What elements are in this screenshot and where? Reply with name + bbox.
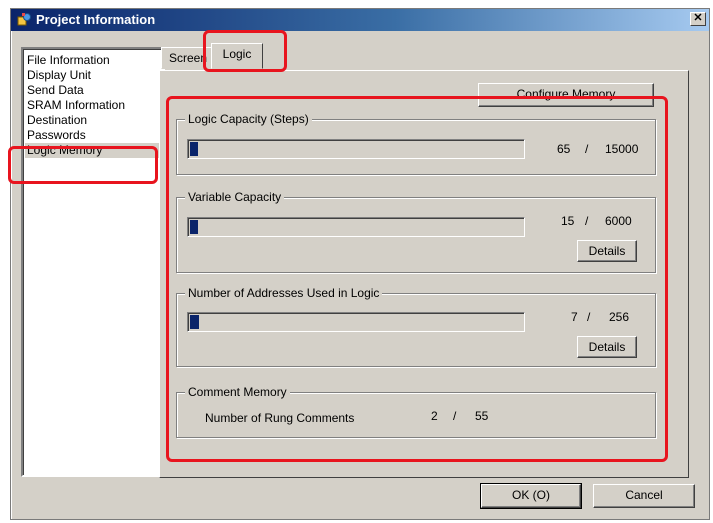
configure-memory-label: Configure Memory [516, 87, 616, 101]
addresses-details-button[interactable]: Details [577, 336, 637, 358]
rung-comments-label: Number of Rung Comments [205, 411, 355, 425]
variable-details-button[interactable]: Details [577, 240, 637, 262]
logic-capacity-used: 65 [557, 142, 571, 156]
variable-capacity-used: 15 [561, 214, 575, 228]
ok-label: OK (O) [512, 488, 550, 502]
configure-memory-button[interactable]: Configure Memory [478, 83, 654, 107]
close-icon: ✕ [693, 12, 703, 24]
nav-item-sram-information[interactable]: SRAM Information [27, 98, 125, 113]
variable-capacity-title: Variable Capacity [185, 190, 285, 204]
addresses-separator: / [587, 310, 591, 324]
addresses-fill [190, 315, 199, 329]
rung-comments-separator: / [453, 409, 457, 423]
variable-capacity-separator: / [585, 214, 589, 228]
ok-button[interactable]: OK (O) [480, 483, 582, 509]
addresses-progress [187, 312, 525, 332]
addresses-total: 256 [609, 310, 630, 324]
addresses-details-label: Details [588, 340, 626, 354]
variable-details-label: Details [588, 244, 626, 258]
variable-capacity-group: Variable Capacity 15 / 6000 Details [176, 190, 656, 273]
tab-screen-label: Screen [168, 51, 208, 65]
logic-capacity-group: Logic Capacity (Steps) 65 / 15000 [176, 112, 656, 175]
nav-item-file-information[interactable]: File Information [27, 53, 110, 68]
addresses-group: Number of Addresses Used in Logic 7 / 25… [176, 286, 656, 367]
variable-capacity-progress [187, 217, 525, 237]
logic-capacity-progress [187, 139, 525, 159]
tab-logic-label: Logic [222, 47, 252, 61]
comment-memory-title: Comment Memory [185, 385, 290, 399]
logic-capacity-total: 15000 [605, 142, 639, 156]
nav-item-passwords[interactable]: Passwords [27, 128, 86, 143]
close-button[interactable]: ✕ [690, 12, 706, 26]
comment-memory-group: Comment Memory Number of Rung Comments 2… [176, 385, 656, 438]
tab-screen[interactable]: Screen [161, 47, 215, 69]
window-title: Project Information [36, 12, 156, 27]
rung-comments-used: 2 [431, 409, 438, 423]
nav-item-destination[interactable]: Destination [27, 113, 87, 128]
titlebar[interactable]: Project Information ✕ [11, 9, 709, 31]
category-list[interactable]: File Information Display Unit Send Data … [21, 47, 165, 477]
project-information-window: Project Information ✕ File Information D… [10, 8, 710, 520]
nav-item-logic-memory[interactable]: Logic Memory [25, 143, 161, 158]
addresses-used: 7 [571, 310, 578, 324]
nav-item-send-data[interactable]: Send Data [27, 83, 84, 98]
logic-capacity-separator: / [585, 142, 589, 156]
project-icon [17, 13, 31, 26]
cancel-label: Cancel [625, 488, 663, 502]
cancel-button[interactable]: Cancel [593, 484, 695, 508]
addresses-title: Number of Addresses Used in Logic [185, 286, 383, 300]
variable-capacity-total: 6000 [605, 214, 632, 228]
rung-comments-total: 55 [475, 409, 489, 423]
variable-capacity-fill [190, 220, 198, 234]
logic-tab-panel: Configure Memory Logic Capacity (Steps) … [159, 70, 689, 478]
logic-capacity-title: Logic Capacity (Steps) [185, 112, 312, 126]
logic-capacity-fill [190, 142, 198, 156]
nav-item-display-unit[interactable]: Display Unit [27, 68, 91, 83]
tab-logic[interactable]: Logic [211, 43, 263, 69]
